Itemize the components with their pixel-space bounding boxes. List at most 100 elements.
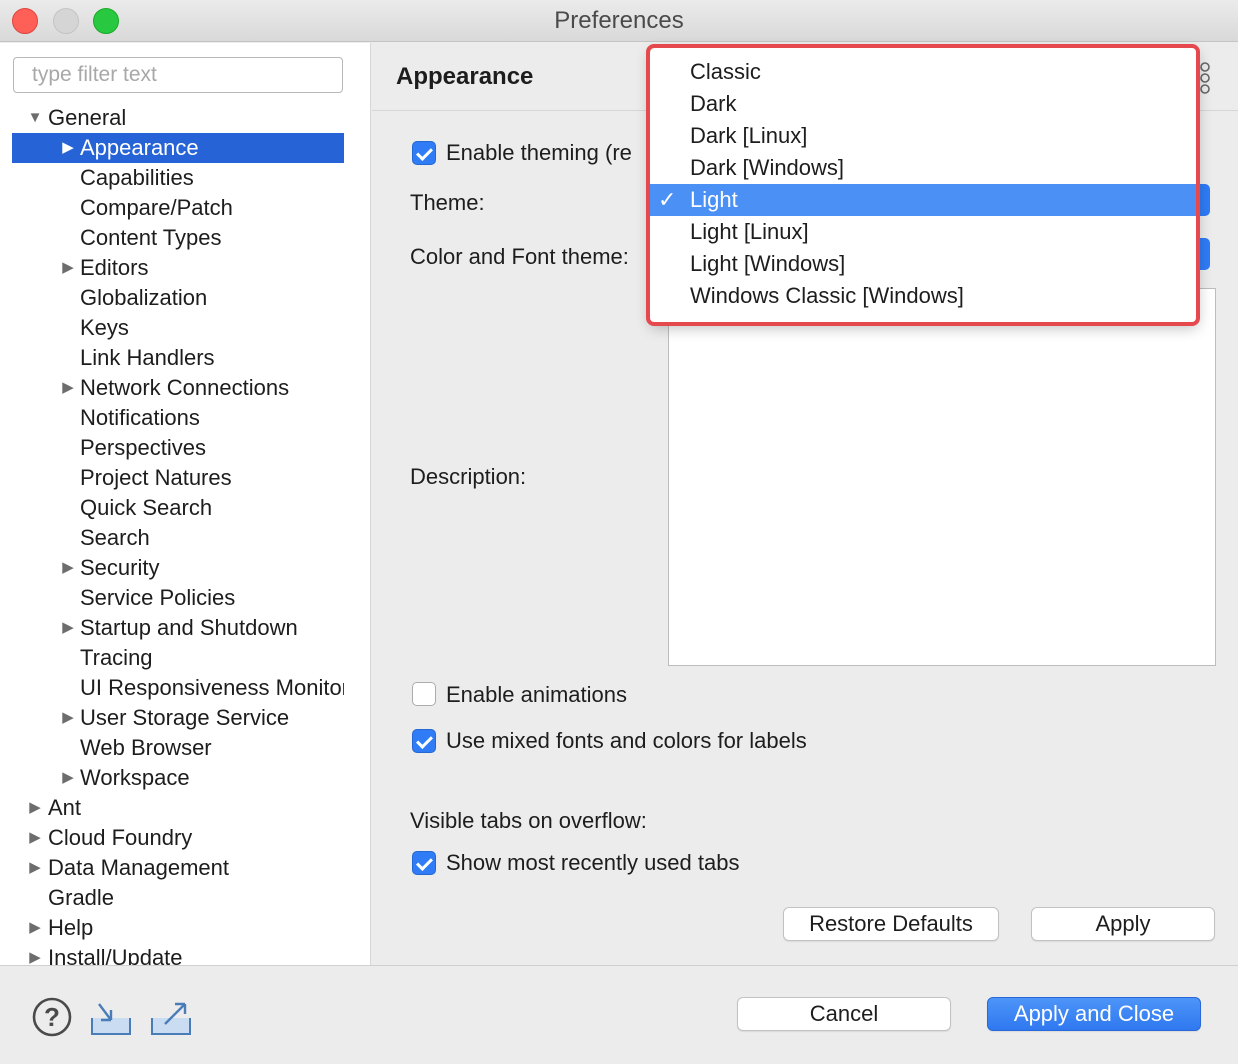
collapsed-arrow-icon[interactable]: ▶ [60,553,76,583]
tree-item[interactable]: Globalization [0,283,344,313]
enable-animations-label: Enable animations [446,682,628,707]
tree-item-label: Globalization [80,285,208,310]
theme-label: Theme: [410,190,485,215]
collapsed-arrow-icon[interactable]: ▶ [27,823,43,853]
tree-item[interactable]: Content Types [0,223,344,253]
tree-item-label: Compare/Patch [80,195,233,220]
tree-item-label: Data Management [48,855,229,880]
tree-item[interactable]: ▶ Cloud Foundry [0,823,344,853]
tree-item-label: Gradle [48,885,115,910]
tree-item[interactable]: Search [0,523,344,553]
mixed-fonts-checkbox[interactable] [412,729,436,753]
help-icon[interactable]: ? [30,996,74,1038]
tree-item-label: Perspectives [80,435,206,460]
tree-item[interactable]: Quick Search [0,493,344,523]
tree-item-label: Security [80,555,160,580]
collapsed-arrow-icon[interactable]: ▶ [27,853,43,883]
tree-item[interactable]: ▼ General [0,103,344,133]
restore-defaults-button[interactable]: Restore Defaults [783,907,999,941]
tree-item[interactable]: Capabilities [0,163,344,193]
tree-item[interactable]: ▶ Data Management [0,853,344,883]
collapsed-arrow-icon[interactable]: ▶ [60,763,76,793]
tree-item-label: Keys [80,315,129,340]
tree-item-label: Notifications [80,405,200,430]
tree-item[interactable]: Gradle [0,883,344,913]
tree-item[interactable]: Web Browser [0,733,344,763]
apply-and-close-button[interactable]: Apply and Close [987,997,1201,1031]
tree-item[interactable]: Notifications [0,403,344,433]
mixed-fonts-label: Use mixed fonts and colors for labels [446,728,807,753]
tree-item-label: Appearance [80,135,199,160]
tree-item-label: Web Browser [80,735,212,760]
tree-item-label: UI Responsiveness Monitoring [80,675,344,700]
filter-input[interactable] [13,57,343,93]
tree-item[interactable]: Keys [0,313,344,343]
tree-item[interactable]: ▶ Appearance [12,133,344,163]
apply-button[interactable]: Apply [1031,907,1215,941]
tree-item[interactable]: ▶ Editors [0,253,344,283]
collapsed-arrow-icon[interactable]: ▶ [27,943,43,965]
enable-theming-label: Enable theming (re [446,140,632,165]
window-title: Preferences [554,7,684,34]
tree-item-label: Capabilities [80,165,194,190]
description-label: Description: [410,464,527,489]
page-title: Appearance [396,63,534,90]
enable-animations-checkbox[interactable] [412,682,436,706]
collapsed-arrow-icon[interactable]: ▶ [27,793,43,823]
tree-item[interactable]: Tracing [0,643,344,673]
tree-item[interactable]: ▶ Ant [0,793,344,823]
collapsed-arrow-icon[interactable]: ▶ [60,133,76,163]
tree-item[interactable]: ▶ Security [0,553,344,583]
color-font-theme-label: Color and Font theme: [410,244,629,269]
expanded-arrow-icon[interactable]: ▼ [27,103,43,133]
tree-item[interactable]: ▶ User Storage Service [0,703,344,733]
tree-item-label: Service Policies [80,585,236,610]
tree-item-label: Content Types [80,225,222,250]
tree-item-label: Link Handlers [80,345,215,370]
preference-navigation: ▼General▶AppearanceCapabilitiesCompare/P… [0,43,371,965]
description-box [668,288,1216,666]
tree-item[interactable]: ▶ Network Connections [0,373,344,403]
tree-item-label: Quick Search [80,495,213,520]
title-bar: Preferences [0,0,1238,42]
svg-text:?: ? [44,1002,60,1032]
tree-item[interactable]: ▶ Install/Update [0,943,344,965]
collapsed-arrow-icon[interactable]: ▶ [27,913,43,943]
preference-tree: ▼ General ▶ Appearance Capabilities Compare/P… [0,103,370,965]
tree-item[interactable]: Project Natures [0,463,344,493]
tree-item-label: Cloud Foundry [48,825,193,850]
tree-item-label: General [48,105,127,130]
tree-item-label: Editors [80,255,149,280]
tree-item-label: Help [48,915,94,940]
tree-item[interactable]: Service Policies [0,583,344,613]
tree-item-label: Tracing [80,645,153,670]
tree-item[interactable]: ▶ Workspace [0,763,344,793]
tree-item-label: User Storage Service [80,705,290,730]
show-recent-tabs-checkbox[interactable] [412,851,436,875]
tree-item[interactable]: Perspectives [0,433,344,463]
tree-item[interactable]: Compare/Patch [0,193,344,223]
collapsed-arrow-icon[interactable]: ▶ [60,373,76,403]
tree-item-label: Ant [48,795,82,820]
import-icon[interactable] [89,996,133,1038]
collapsed-arrow-icon[interactable]: ▶ [60,703,76,733]
tree-item[interactable]: ▶ Startup and Shutdown [0,613,344,643]
enable-theming-checkbox[interactable] [412,141,436,165]
export-icon[interactable] [149,996,193,1038]
tree-item[interactable]: UI Responsiveness Monitoring [0,673,344,703]
tree-item[interactable]: Link Handlers [0,343,344,373]
collapsed-arrow-icon[interactable]: ▶ [60,613,76,643]
tree-item-label: Project Natures [80,465,232,490]
collapsed-arrow-icon[interactable]: ▶ [60,253,76,283]
visible-tabs-label: Visible tabs on overflow: [410,808,647,833]
highlight-frame [646,44,1200,326]
tree-item-label: Network Connections [80,375,290,400]
tree-item-label: Install/Update [48,945,183,965]
cancel-button[interactable]: Cancel [737,997,951,1031]
tree-item-label: Search [80,525,150,550]
tree-item-label: Workspace [80,765,190,790]
show-recent-tabs-label: Show most recently used tabs [446,850,740,875]
tree-item-label: Startup and Shutdown [80,615,298,640]
tree-item[interactable]: ▶ Help [0,913,344,943]
more-icon[interactable] [1198,61,1212,95]
